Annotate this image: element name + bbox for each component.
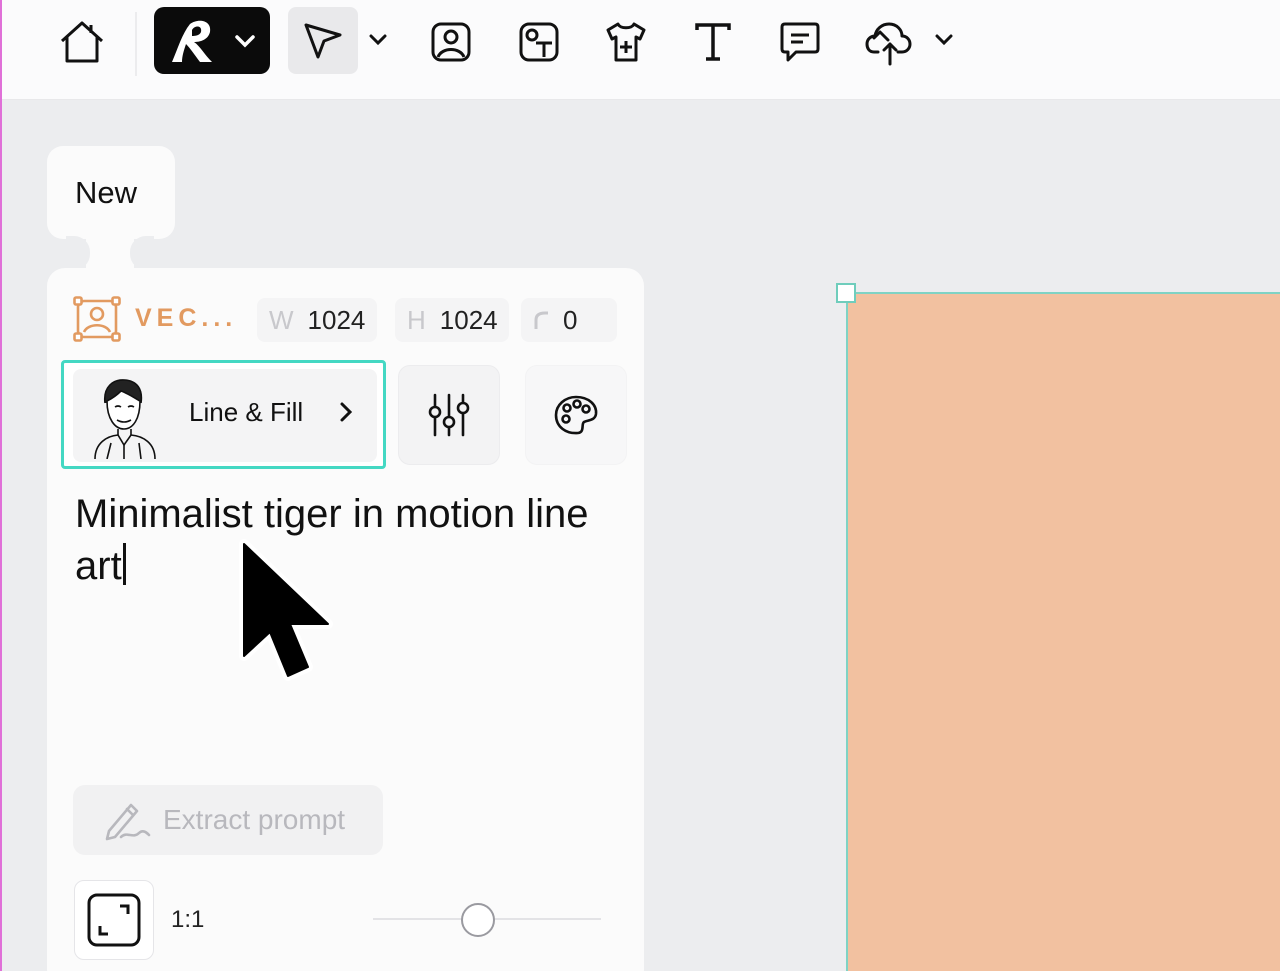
style-selector[interactable]: Line & Fill	[61, 360, 386, 469]
home-button[interactable]	[54, 18, 110, 66]
image-text-tool-button[interactable]	[514, 18, 564, 66]
height-key: H	[407, 304, 426, 335]
artboard-resize-handle[interactable]	[836, 283, 856, 303]
pen-scribble-icon	[105, 803, 151, 841]
extract-prompt-label: Extract prompt	[163, 804, 346, 835]
cloud-upload-icon	[865, 22, 912, 66]
home-icon	[60, 21, 104, 63]
height-value: 1024	[439, 304, 498, 335]
height-field[interactable]: H 1024	[395, 298, 509, 342]
aspect-ratio-value: 1:1	[171, 906, 205, 933]
corner-radius-field[interactable]: 0	[521, 298, 617, 342]
chevron-down-icon	[935, 34, 953, 46]
aspect-ratio-button[interactable]	[74, 880, 154, 960]
comment-icon	[780, 22, 820, 62]
extract-prompt-button[interactable]: Extract prompt	[73, 785, 383, 855]
style-name: Line & Fill	[189, 397, 304, 427]
image-text-icon	[519, 22, 559, 62]
style-preview-thumbnail	[94, 379, 156, 459]
brand-logo-icon	[172, 20, 212, 62]
comment-tool-button[interactable]	[774, 18, 826, 66]
layer-meta-row: VEC... W 1024 H 1024 0	[73, 296, 633, 342]
brand-menu-button[interactable]	[154, 7, 270, 74]
width-value: 1024	[307, 304, 366, 335]
text-tool-button[interactable]	[688, 18, 738, 66]
color-palette-button[interactable]	[525, 365, 627, 465]
mouse-cursor-icon	[239, 539, 333, 681]
width-field[interactable]: W 1024	[257, 298, 377, 342]
chevron-right-icon	[340, 402, 353, 422]
new-tab-label: New	[75, 174, 138, 210]
new-layer-tab[interactable]: New	[47, 146, 175, 239]
tab-connector	[66, 236, 154, 270]
upload-tool-button[interactable]	[860, 16, 916, 68]
text-caret	[122, 543, 126, 585]
aspect-ratio-icon	[87, 893, 141, 947]
tshirt-tool-button[interactable]	[600, 18, 652, 66]
layer-type-label: VEC...	[135, 304, 238, 332]
select-tool-button[interactable]	[288, 7, 358, 74]
generation-panel: VEC... W 1024 H 1024 0 Line & Fill Minim…	[47, 268, 644, 971]
chevron-down-icon	[235, 34, 255, 47]
style-selector-inner: Line & Fill	[73, 369, 377, 462]
palette-icon	[554, 395, 598, 435]
chevron-down-icon	[369, 34, 387, 46]
aspect-ratio-slider-thumb[interactable]	[460, 903, 495, 937]
window-edge	[0, 0, 2, 971]
toolbar-divider	[135, 12, 137, 76]
top-toolbar	[2, 0, 1280, 100]
width-key: W	[269, 304, 294, 335]
sliders-icon	[428, 393, 470, 437]
prompt-input[interactable]: Minimalist tiger in motion line art	[75, 488, 615, 592]
select-tool-dropdown[interactable]	[364, 28, 392, 52]
tshirt-icon	[606, 22, 646, 62]
upload-tool-dropdown[interactable]	[930, 28, 958, 52]
image-icon	[431, 22, 471, 62]
adjustments-button[interactable]	[398, 365, 500, 465]
corner-radius-icon	[534, 311, 548, 329]
text-icon	[695, 23, 731, 61]
canvas-artboard[interactable]	[846, 292, 1280, 971]
pointer-icon	[304, 23, 342, 58]
corner-radius-value: 0	[563, 304, 578, 335]
image-tool-button[interactable]	[426, 18, 476, 66]
vector-image-icon	[73, 296, 121, 342]
